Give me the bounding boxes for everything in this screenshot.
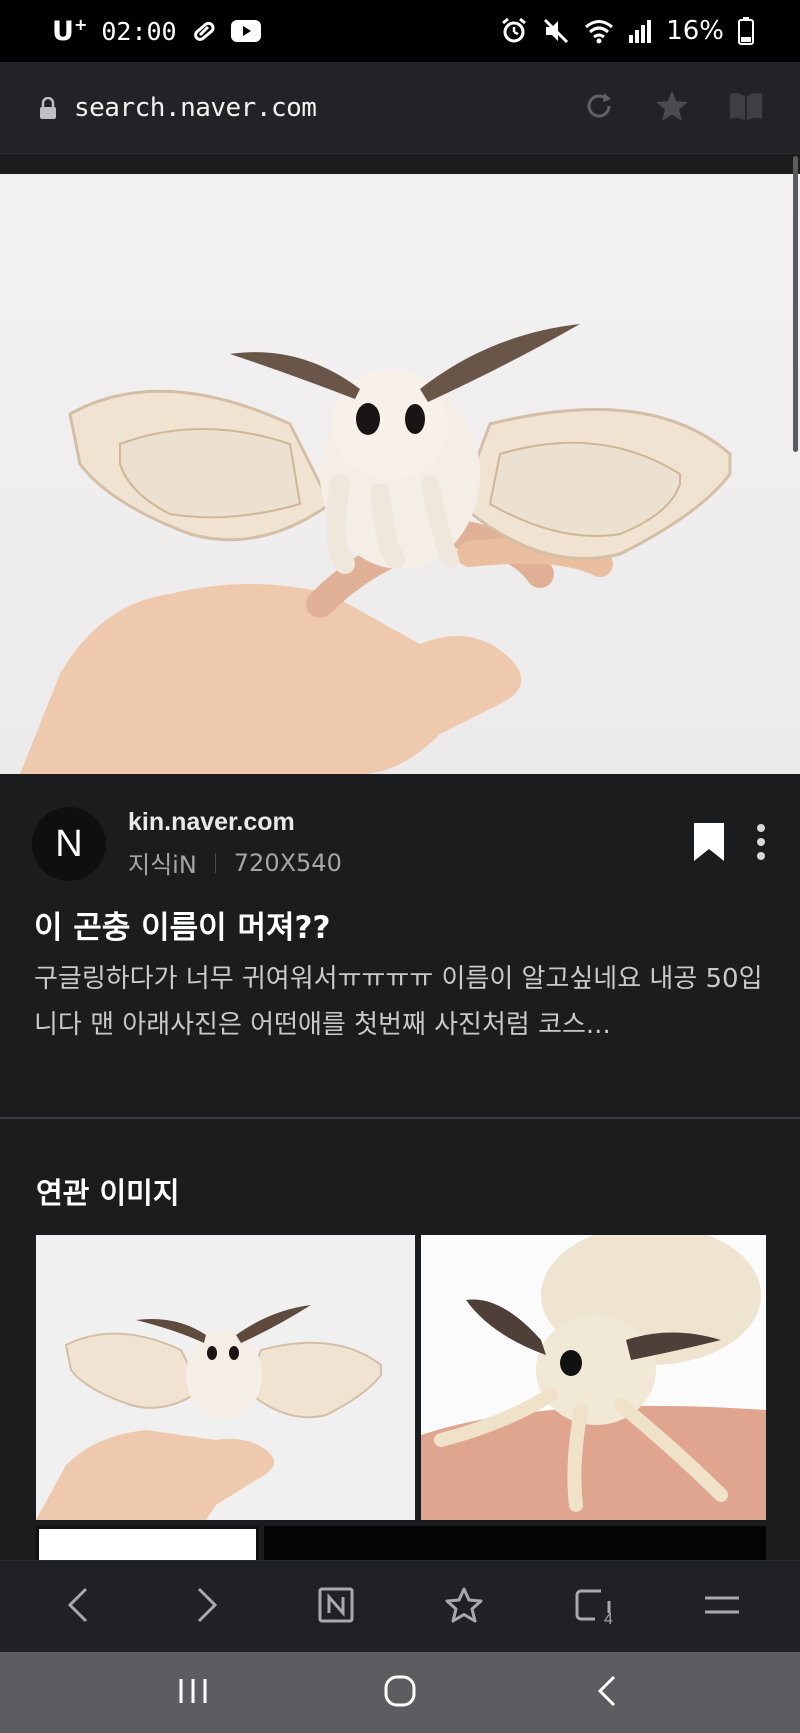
battery-icon (738, 17, 754, 45)
source-avatar: N (32, 807, 106, 881)
recent-apps-icon (177, 1677, 209, 1709)
related-image[interactable] (36, 1235, 415, 1520)
result-image[interactable] (0, 174, 800, 774)
recent-apps-button[interactable] (153, 1663, 233, 1723)
youtube-icon (230, 20, 261, 42)
bookmark-icon[interactable] (692, 821, 726, 867)
system-back-button[interactable] (567, 1663, 647, 1723)
address-bar[interactable]: search.naver.com (0, 62, 800, 154)
source-name: 지식iN (128, 851, 197, 879)
wifi-icon (584, 18, 614, 44)
url-text[interactable]: search.naver.com (74, 93, 582, 123)
menu-icon (703, 1594, 741, 1620)
clock: 02:00 (101, 16, 177, 46)
mute-icon (542, 17, 570, 45)
lock-icon (38, 96, 58, 119)
image-dimensions: 720X540 (233, 848, 342, 877)
naver-n-icon (318, 1587, 354, 1627)
related-images-heading: 연관 이미지 (36, 1176, 180, 1210)
related-image[interactable] (421, 1235, 766, 1520)
tab-count: 4 (604, 1610, 613, 1628)
more-vertical-icon[interactable] (754, 821, 768, 867)
book-icon[interactable] (728, 89, 764, 127)
home-button[interactable] (360, 1663, 440, 1723)
result-source[interactable]: N kin.naver.com 지식iN 720X540 (32, 804, 768, 884)
tabs-icon: 4 (573, 1587, 613, 1628)
battery-percent: 16% (666, 16, 724, 46)
result-description[interactable]: 구글링하다가 너무 귀여워서ㅠㅠㅠㅠ 이름이 알고싶네요 내공 50입니다 맨 … (34, 956, 770, 1048)
signal-icon (628, 19, 652, 43)
related-image[interactable] (264, 1526, 766, 1560)
star-icon (444, 1586, 484, 1628)
link-icon (191, 18, 217, 44)
source-domain[interactable]: kin.naver.com (128, 808, 692, 837)
star-icon[interactable] (654, 89, 690, 127)
alarm-icon (500, 17, 528, 45)
page-content[interactable]: N kin.naver.com 지식iN 720X540 이 곤충 이름이 머져… (0, 154, 800, 1560)
related-image[interactable] (36, 1526, 259, 1560)
carrier-label: U+ (52, 15, 88, 47)
home-icon (383, 1674, 417, 1712)
back-icon (596, 1674, 618, 1712)
chevron-left-icon (66, 1586, 90, 1628)
naver-home-button[interactable] (291, 1572, 381, 1642)
system-navigation-bar (0, 1652, 800, 1733)
back-button[interactable] (33, 1572, 123, 1642)
refresh-icon[interactable] (582, 89, 616, 127)
section-divider (0, 1117, 800, 1119)
chevron-right-icon (195, 1586, 219, 1628)
status-bar: U+ 02:00 16% (0, 0, 800, 62)
browser-toolbar: 4 (0, 1560, 800, 1652)
tabs-button[interactable]: 4 (548, 1572, 638, 1642)
forward-button[interactable] (162, 1572, 252, 1642)
scrollbar[interactable] (793, 156, 798, 452)
menu-button[interactable] (677, 1572, 767, 1642)
result-title[interactable]: 이 곤충 이름이 머져?? (34, 902, 331, 947)
meta-divider (214, 852, 216, 873)
bookmarks-button[interactable] (419, 1572, 509, 1642)
